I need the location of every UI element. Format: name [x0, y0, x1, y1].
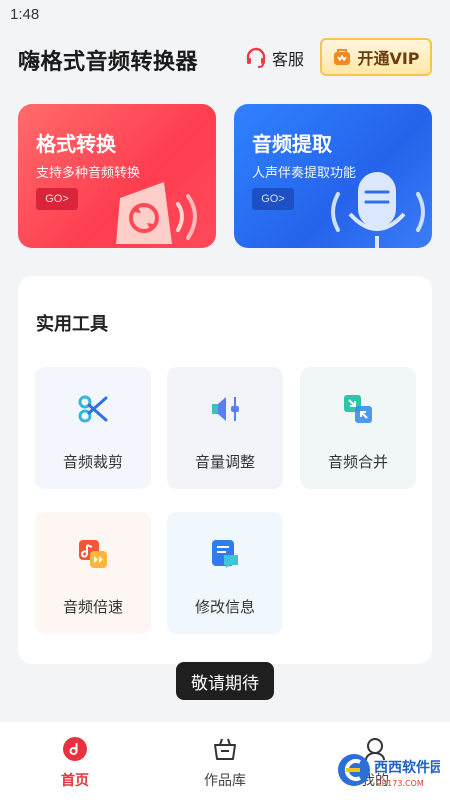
site-watermark: 西西软件园 CR173.COM	[338, 754, 440, 788]
card-title: 格式转换	[36, 132, 116, 156]
refresh-speaker-icon	[116, 182, 197, 244]
nav-label: 作品库	[204, 773, 246, 789]
nav-home[interactable]: 首页	[30, 736, 120, 790]
customer-service-label: 客服	[272, 50, 305, 69]
tool-label: 修改信息	[194, 598, 255, 616]
tools-title: 实用工具	[36, 314, 108, 335]
vip-label: 开通VIP	[357, 49, 420, 68]
headset-icon	[246, 47, 266, 68]
header: 嗨格式音频转换器 客服 开通VIP	[0, 32, 450, 88]
audio-merge-tool[interactable]: 音频合并	[300, 367, 416, 489]
edit-info-icon	[212, 540, 238, 568]
go-button[interactable]: GO>	[36, 188, 78, 210]
watermark-text: 西西软件园	[374, 759, 440, 776]
tool-label: 音频合并	[327, 453, 388, 471]
tool-label: 音频倍速	[62, 598, 123, 616]
nav-label: 首页	[61, 773, 89, 789]
app-title: 嗨格式音频转换器	[18, 50, 199, 75]
status-bar: 1:48	[0, 0, 450, 32]
home-icon	[63, 737, 87, 761]
library-icon	[214, 738, 236, 760]
card-title: 音频提取	[252, 132, 332, 156]
tools-panel: 实用工具 音频裁剪 音量调整 音频合并 音频倍速 修改信息	[18, 276, 432, 664]
toast-message: 敬请期待	[176, 662, 274, 700]
microphone-icon	[331, 172, 425, 248]
scissors-icon	[78, 395, 108, 423]
go-button[interactable]: GO>	[252, 188, 294, 210]
volume-adjust-tool[interactable]: 音量调整	[167, 367, 283, 489]
open-vip-button[interactable]: 开通VIP	[320, 38, 432, 76]
volume-adjust-icon	[212, 397, 239, 421]
speed-icon	[79, 540, 107, 568]
audio-speed-tool[interactable]: 音频倍速	[35, 512, 151, 634]
audio-trim-tool[interactable]: 音频裁剪	[35, 367, 151, 489]
status-time: 1:48	[10, 6, 40, 23]
nav-works[interactable]: 作品库	[180, 736, 270, 790]
format-convert-card[interactable]: 格式转换 支持多种音频转换 GO>	[18, 104, 216, 248]
audio-extract-card[interactable]: 音频提取 人声伴奏提取功能 GO>	[234, 104, 432, 248]
tool-label: 音频裁剪	[62, 453, 123, 471]
edit-info-tool[interactable]: 修改信息	[167, 512, 283, 634]
customer-service-button[interactable]: 客服	[244, 46, 304, 70]
watermark-sub: CR173.COM	[376, 779, 424, 788]
tool-label: 音量调整	[194, 453, 255, 471]
crown-bag-icon	[334, 49, 351, 65]
merge-icon	[344, 395, 372, 423]
